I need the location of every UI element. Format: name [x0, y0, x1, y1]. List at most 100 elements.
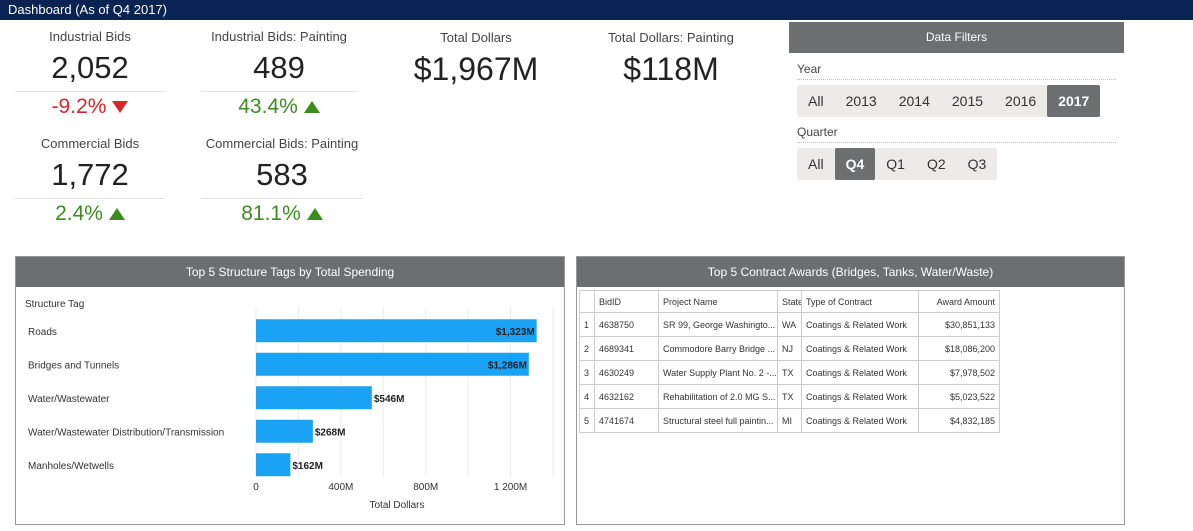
table-cell: NJ	[777, 336, 802, 361]
year-option-2017[interactable]: 2017	[1047, 85, 1101, 117]
kpi-value: $118M	[623, 51, 719, 87]
table-cell: 3	[579, 360, 595, 385]
kpi-label: Commercial Bids: Painting	[205, 136, 359, 151]
table-cell: Structural steel full paintin...	[658, 408, 778, 433]
table-cell: $7,978,502	[918, 360, 1000, 385]
table-cell: 5	[579, 408, 595, 433]
contract-awards-table: BidID Project Name State Type of Contract Aw…	[579, 290, 1000, 433]
year-option-2013[interactable]: 2013	[835, 85, 888, 117]
table-cell: SR 99, George Washingto...	[658, 312, 778, 337]
divider	[797, 142, 1116, 143]
bar[interactable]	[256, 319, 537, 343]
table-cell: Coatings & Related Work	[801, 360, 919, 385]
table-cell: Coatings & Related Work	[801, 384, 919, 409]
bar-value-label: $1,323M	[496, 327, 535, 338]
table-cell: Coatings & Related Work	[801, 336, 919, 361]
data-filters-panel: Data Filters Year All 2013 2014 2015 2016 201…	[789, 22, 1124, 187]
year-option-all[interactable]: All	[797, 85, 835, 117]
table-cell: 4630249	[594, 360, 659, 385]
kpi-industrial-bids-painting: Industrial Bids: Painting 489 43.4%	[201, 29, 357, 119]
table-cell: TX	[777, 360, 802, 385]
kpi-change-value: -9.2%	[51, 95, 107, 118]
table-cell: MI	[777, 408, 802, 433]
kpi-industrial-bids: Industrial Bids 2,052 -9.2%	[15, 29, 165, 119]
arrow-up-icon	[303, 101, 320, 113]
category-label: Water/Wastewater	[28, 394, 110, 405]
kpi-change-value: 43.4%	[238, 95, 298, 118]
table-cell: TX	[777, 384, 802, 409]
column-header[interactable]: Project Name	[658, 290, 778, 313]
table-row[interactable]: 3 4630249 Water Supply Plant No. 2 -... TX C…	[579, 360, 1000, 385]
quarter-filter: All Q4 Q1 Q2 Q3	[797, 148, 998, 180]
year-option-2016[interactable]: 2016	[994, 85, 1047, 117]
quarter-option-q4[interactable]: Q4	[834, 148, 876, 180]
table-cell: 4689341	[594, 336, 659, 361]
bar[interactable]	[256, 386, 372, 410]
kpi-change-value: 81.1%	[241, 202, 301, 225]
category-label: Water/Wastewater Distribution/Transmissi…	[28, 427, 224, 438]
category-label: Bridges and Tunnels	[28, 360, 119, 371]
kpi-label: Total Dollars	[440, 30, 512, 45]
divider	[797, 79, 1116, 80]
x-axis-label: Total Dollars	[369, 500, 424, 511]
quarter-option-q2[interactable]: Q2	[916, 148, 957, 180]
contract-awards-panel: Top 5 Contract Awards (Bridges, Tanks, W…	[576, 256, 1125, 525]
kpi-change: 43.4%	[201, 91, 357, 119]
kpi-change-value: 2.4%	[55, 202, 103, 225]
kpi-label: Total Dollars: Painting	[608, 30, 734, 45]
year-option-2014[interactable]: 2014	[888, 85, 941, 117]
quarter-option-q1[interactable]: Q1	[875, 148, 916, 180]
quarter-filter-label: Quarter	[797, 125, 838, 139]
table-cell: $18,086,200	[918, 336, 1000, 361]
kpi-commercial-bids: Commercial Bids 1,772 2.4%	[15, 136, 165, 226]
table-header-row: BidID Project Name State Type of Contract Aw…	[579, 290, 1000, 313]
table-cell: Rehabilitation of 2.0 MG S...	[658, 384, 778, 409]
kpi-label: Commercial Bids	[40, 136, 140, 151]
arrow-down-icon	[112, 101, 129, 113]
x-tick-label: 400M	[328, 482, 353, 493]
table-cell: Coatings & Related Work	[801, 312, 919, 337]
bar-value-label: $546M	[374, 394, 405, 405]
table-cell: $5,023,522	[918, 384, 1000, 409]
kpi-change: -9.2%	[15, 91, 165, 119]
table-cell: 1	[579, 312, 595, 337]
dashboard-title-bar: Dashboard (As of Q4 2017)	[0, 0, 1193, 20]
bar[interactable]	[256, 453, 291, 477]
table-cell: 4632162	[594, 384, 659, 409]
table-row[interactable]: 2 4689341 Commodore Barry Bridge ... NJ Coat…	[579, 336, 1000, 361]
structure-tags-chart-panel: Top 5 Structure Tags by Total Spending S…	[15, 256, 565, 525]
table-cell: Commodore Barry Bridge ...	[658, 336, 778, 361]
kpi-change: 2.4%	[15, 198, 165, 226]
x-tick-label: 800M	[413, 482, 438, 493]
quarter-option-q3[interactable]: Q3	[957, 148, 998, 180]
year-option-2015[interactable]: 2015	[941, 85, 994, 117]
column-header[interactable]: Award Amount	[918, 290, 1000, 313]
bar-value-label: $268M	[315, 427, 346, 438]
table-row[interactable]: 5 4741674 Structural steel full paintin...…	[579, 408, 1000, 433]
column-header[interactable]: BidID	[594, 290, 659, 313]
table-cell: $4,832,185	[918, 408, 1000, 433]
kpi-value: 583	[256, 157, 308, 192]
table-row[interactable]: 1 4638750 SR 99, George Washingto... WA Coat…	[579, 312, 1000, 337]
bar[interactable]	[256, 419, 313, 443]
kpi-value: $1,967M	[413, 51, 539, 87]
column-header[interactable]	[579, 290, 595, 313]
arrow-up-icon	[306, 208, 323, 220]
table-cell: $30,851,133	[918, 312, 1000, 337]
column-header[interactable]: State	[777, 290, 802, 313]
table-row[interactable]: 4 4632162 Rehabilitation of 2.0 MG S... TX C…	[579, 384, 1000, 409]
bar-value-label: $1,286M	[488, 360, 527, 371]
category-label: Roads	[28, 327, 57, 338]
category-axis-label: Structure Tag	[25, 299, 84, 310]
year-filter: All 2013 2014 2015 2016 2017	[797, 85, 1101, 117]
quarter-option-all[interactable]: All	[797, 148, 835, 180]
kpi-change: 81.1%	[201, 198, 363, 226]
category-label: Manholes/Wetwells	[28, 461, 114, 472]
structure-tags-bar-chart: Structure Tag Roads $1,323M Bridges and Tu…	[25, 299, 554, 511]
kpi-value: 2,052	[51, 50, 129, 85]
column-header[interactable]: Type of Contract	[801, 290, 919, 313]
x-tick-label: 1 200M	[494, 482, 527, 493]
data-filters-title: Data Filters	[789, 22, 1124, 53]
page-title: Dashboard (As of Q4 2017)	[8, 2, 167, 17]
year-filter-label: Year	[797, 62, 822, 76]
